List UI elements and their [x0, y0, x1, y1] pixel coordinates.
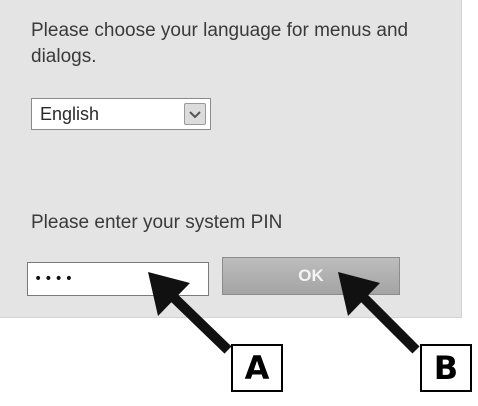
callout-label-b: B — [420, 344, 472, 392]
callout-label-a: A — [231, 344, 283, 392]
arrow-a — [148, 272, 232, 354]
arrow-b — [338, 272, 420, 354]
